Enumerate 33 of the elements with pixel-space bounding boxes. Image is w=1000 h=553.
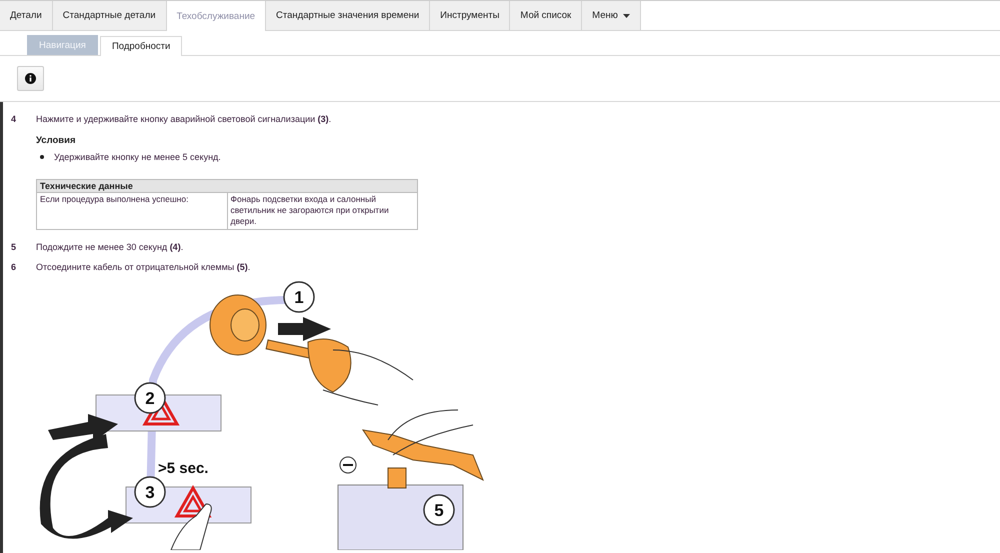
table-heading: Технические данные [36, 180, 418, 192]
nav-tab[interactable]: Меню [582, 1, 641, 30]
condition-text: Удерживайте кнопку не менее 5 секунд. [54, 152, 221, 162]
nav-tab[interactable]: Детали [0, 1, 53, 30]
step-text: Нажмите и удерживайте кнопку аварийной световой сигнализации (3). [36, 114, 332, 124]
duration-label: >5 sec. [158, 460, 208, 478]
caret-icon [622, 14, 630, 18]
press-arrow-icon [48, 414, 118, 442]
bullet-dot [40, 155, 44, 159]
table-cell: Если процедура выполнена успешно: [36, 192, 227, 230]
nav-tab[interactable]: Инструменты [430, 1, 510, 30]
nav-tab[interactable]: Мой список [510, 1, 582, 30]
conditions-heading: Условия [36, 135, 77, 146]
step-text: Подождите не менее 30 секунд (4). [36, 242, 184, 252]
sub-tab[interactable]: Подробности [100, 36, 182, 56]
pull-arrow-icon [278, 317, 331, 342]
step-text: Отсоедините кабель от отрицательной клеммы (5). [36, 262, 250, 272]
callout-number: 1 [283, 281, 315, 313]
nav-tab[interactable]: Стандартные детали [52, 1, 167, 30]
ignition-lock-drawing [210, 294, 266, 356]
table-cell: Фонарь подсветки входа и салонный светильник не загораются при открытии двери. [227, 192, 418, 230]
callout-number: 2 [134, 382, 166, 414]
nav-tab[interactable]: Стандартные значения времени [266, 1, 430, 30]
curved-arrow-icon [40, 434, 133, 539]
finger-drawing [170, 504, 212, 550]
step-number: 5 [11, 242, 18, 252]
callout-number: 5 [423, 494, 455, 526]
info-icon [25, 73, 36, 84]
info-button[interactable] [17, 66, 44, 91]
callout-number: 3 [134, 476, 166, 508]
step-number: 6 [11, 262, 18, 272]
hazard-triangle-icon [174, 485, 212, 518]
step-number: 4 [11, 114, 18, 126]
